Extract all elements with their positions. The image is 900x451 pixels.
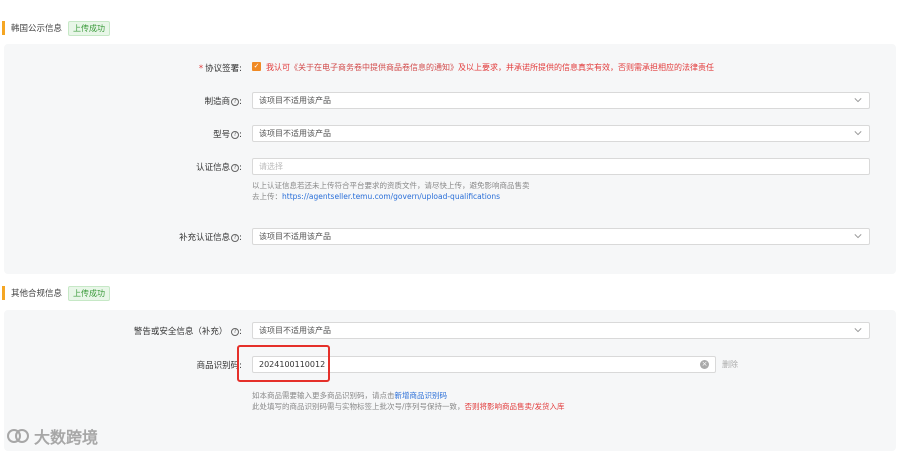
delete-button[interactable]: 删除: [722, 359, 738, 370]
watermark-text: 大数跨境: [34, 428, 99, 447]
section-accent-bar: [2, 21, 5, 35]
help-icon: ?: [231, 163, 240, 172]
manufacturer-label: 制造商?:: [204, 97, 242, 107]
chevron-down-icon: [854, 328, 862, 333]
watermark-logo-icon: [7, 429, 29, 443]
add-product-code-link[interactable]: 新增商品识别码: [395, 391, 448, 400]
section-title: 其他合规信息: [11, 289, 63, 299]
help-icon: ?: [231, 233, 240, 242]
help-icon: ?: [231, 327, 240, 336]
agreement-notice-link[interactable]: 《关于在电子商务卷中提供商品卷信息的通知》: [290, 63, 458, 72]
section-title: 韩国公示信息: [11, 24, 63, 34]
chevron-down-icon: [854, 98, 862, 103]
model-value: 该项目不适用该产品: [259, 129, 331, 138]
chevron-down-icon: [854, 234, 862, 239]
supplementary-value: 该项目不适用该产品: [259, 232, 331, 241]
warning-label: 警告或安全信息（补充） ?:: [133, 327, 242, 337]
other-compliance-panel: 警告或安全信息（补充） ?: 该项目不适用该产品 商品识别码: 20241001…: [4, 310, 896, 451]
product-code-help-line1: 如本商品需要输入更多商品识别码，请点击新增商品识别码: [252, 391, 448, 400]
certification-select[interactable]: 请选择: [252, 158, 870, 175]
certification-placeholder: 请选择: [259, 162, 283, 171]
section-accent-bar: [2, 286, 5, 300]
help-icon: ?: [231, 97, 240, 106]
product-code-help-line2: 此处填写的商品识别码需与实物标签上批次号/序列号保持一致，否则将影响商品售卖/发…: [252, 402, 565, 411]
supplementary-select[interactable]: 该项目不适用该产品: [252, 228, 870, 245]
model-label: 型号?:: [213, 130, 242, 140]
chevron-down-icon: [854, 131, 862, 136]
warning-select[interactable]: 该项目不适用该产品: [252, 322, 870, 339]
certification-label: 认证信息?:: [196, 163, 242, 173]
highlight-annotation: [237, 345, 330, 382]
product-code-label: 商品识别码:: [196, 361, 242, 371]
manufacturer-select[interactable]: 该项目不适用该产品: [252, 92, 870, 109]
product-code-help: 如本商品需要输入更多商品识别码，请点击新增商品识别码 此处填写的商品识别码需与实…: [252, 390, 565, 412]
agreement-text: 我认可《关于在电子商务卷中提供商品卷信息的通知》及以上要求，并承诺所提供的信息真…: [266, 63, 714, 72]
status-badge: 上传成功: [68, 285, 111, 301]
agreement-checkbox[interactable]: ✓: [252, 62, 261, 71]
warning-text: 否则将影响商品售卖/发货入库: [464, 402, 565, 411]
supplementary-label: 补充认证信息?:: [179, 233, 242, 243]
section-header-other-compliance: 其他合规信息 上传成功: [0, 280, 900, 306]
korea-disclosure-panel: * 协议签署: ✓ 我认可《关于在电子商务卷中提供商品卷信息的通知》及以上要求，并…: [4, 44, 896, 274]
watermark: 大数跨境: [6, 424, 98, 448]
clear-icon[interactable]: ×: [700, 360, 709, 369]
model-select[interactable]: 该项目不适用该产品: [252, 125, 870, 142]
upload-qualifications-link[interactable]: https://agentseller.temu.com/govern/uplo…: [282, 192, 500, 201]
certification-help-line1: 以上认证信息若还未上传符合平台要求的资质文件，请尽快上传，避免影响商品售卖: [252, 181, 530, 190]
section-header-korea-disclosure: 韩国公示信息 上传成功: [0, 15, 900, 41]
certification-help-line2: 去上传：https://agentseller.temu.com/govern/…: [252, 192, 501, 201]
agreement-label: * 协议签署:: [198, 64, 242, 74]
help-icon: ?: [231, 130, 240, 139]
manufacturer-value: 该项目不适用该产品: [259, 96, 331, 105]
status-badge: 上传成功: [68, 20, 111, 36]
certification-help: 以上认证信息若还未上传符合平台要求的资质文件，请尽快上传，避免影响商品售卖 去上…: [252, 180, 530, 202]
warning-value: 该项目不适用该产品: [259, 326, 331, 335]
